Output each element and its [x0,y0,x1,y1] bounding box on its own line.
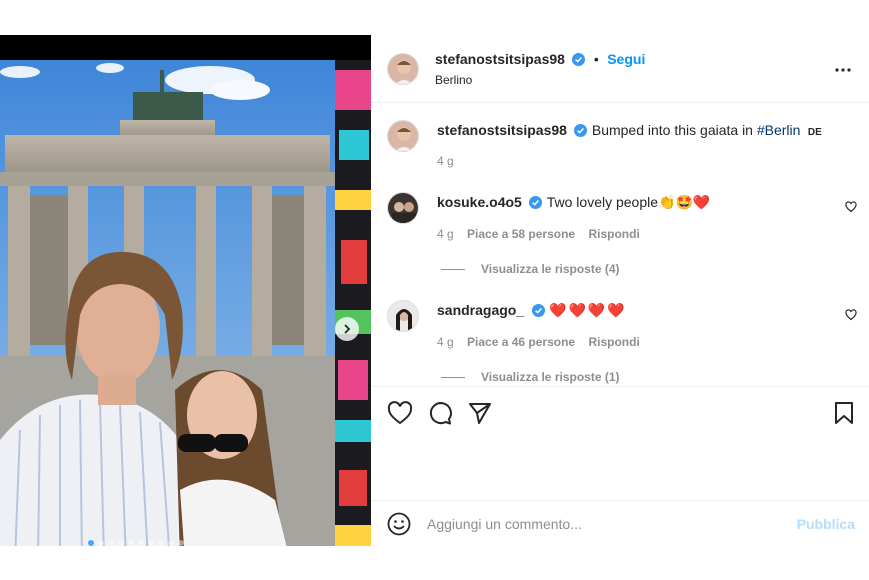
heart-icon [845,309,857,321]
follow-button[interactable]: Segui [607,51,645,67]
comment-button[interactable] [427,401,453,430]
chevron-right-icon [344,324,351,334]
caption-username[interactable]: stefanostsitsipas98 [437,122,567,138]
more-options-icon [835,68,851,72]
bookmark-icon [835,402,853,424]
post-location[interactable]: Berlino [435,73,472,87]
comment-like-button[interactable] [845,308,857,326]
caption-hashtag[interactable]: #Berlin [757,122,801,138]
comment-likes[interactable]: Piace a 58 persone [467,227,575,241]
comment-like-button[interactable] [845,200,857,218]
add-comment-bar: Pubblica [371,500,869,546]
red-heart-emoji: ❤️ [568,302,588,318]
next-photo-preview [335,60,371,546]
carousel-indicator [0,540,371,546]
emoji-button[interactable] [387,512,411,541]
carousel-dot [137,540,144,546]
more-options-button[interactable] [835,59,851,77]
replies-divider [441,377,465,379]
view-replies-label: Visualizza le risposte (1) [481,370,620,384]
verified-badge-icon [572,53,586,66]
carousel-dot [177,540,184,546]
author-username[interactable]: stefanostsitsipas98 [435,51,565,67]
like-button[interactable] [387,401,413,430]
caption-avatar[interactable] [387,120,419,152]
comment-input[interactable] [427,511,787,537]
flag-de: DE [807,127,822,138]
comment-time: 4 g [437,335,454,349]
carousel-dot [147,540,154,546]
photo-illustration [0,60,335,546]
star-struck-emoji: 🤩 [675,194,693,210]
send-icon [469,403,491,424]
view-replies-button[interactable]: Visualizza le risposte (4) [441,262,620,276]
emoji-icon [387,512,411,536]
comment-likes[interactable]: Piace a 46 persone [467,335,575,349]
verified-badge-icon [529,196,543,209]
verified-badge-icon [574,124,588,137]
reply-button[interactable]: Rispondi [588,335,639,349]
commenter-avatar[interactable] [387,300,419,332]
graffiti-illustration [335,60,371,546]
red-heart-emoji: ❤️ [607,302,625,318]
replies-divider [441,269,465,271]
heart-icon [845,201,857,213]
share-button[interactable] [467,401,493,430]
comment-icon [429,402,452,425]
post-media[interactable] [0,35,371,546]
carousel-dot [117,540,124,546]
clapping-hands-emoji: 👏 [658,194,676,210]
carousel-dot [97,540,104,546]
caption-time: 4 g [437,154,454,168]
red-heart-emoji: ❤️ [587,302,608,318]
post-panel: stefanostsitsipas98 • Segui Berlino stef… [371,35,869,546]
commenter-avatar[interactable] [387,192,419,224]
comment-text: Two lovely people [546,194,659,210]
publish-button[interactable]: Pubblica [797,516,855,532]
caption-text: Bumped into this gaiata in [591,122,757,138]
comment-username[interactable]: sandragago_ [437,302,524,318]
author-avatar[interactable] [387,53,419,85]
comment-username[interactable]: kosuke.o4o5 [437,194,522,210]
post-header: stefanostsitsipas98 • Segui Berlino [371,35,869,103]
post-actions [371,386,869,500]
carousel-dot [167,540,174,546]
comment-time: 4 g [437,227,454,241]
view-replies-button[interactable]: Visualizza le risposte (1) [441,370,620,384]
carousel-dot [107,540,114,546]
separator-dot: • [593,51,599,67]
carousel-dot [127,540,134,546]
reply-button[interactable]: Rispondi [588,227,639,241]
heart-icon [387,401,413,425]
view-replies-label: Visualizza le risposte (4) [481,262,620,276]
carousel-dot [87,540,94,546]
comments-list: stefanostsitsipas98 Bumped into this gai… [371,104,869,386]
red-heart-emoji: ❤️ [692,194,711,210]
red-heart-emoji: ❤️ [549,302,569,318]
carousel-next-button[interactable] [335,317,359,341]
save-button[interactable] [833,401,855,430]
verified-badge-icon [531,304,545,317]
carousel-dot [157,540,164,546]
post-photo[interactable] [0,60,335,546]
